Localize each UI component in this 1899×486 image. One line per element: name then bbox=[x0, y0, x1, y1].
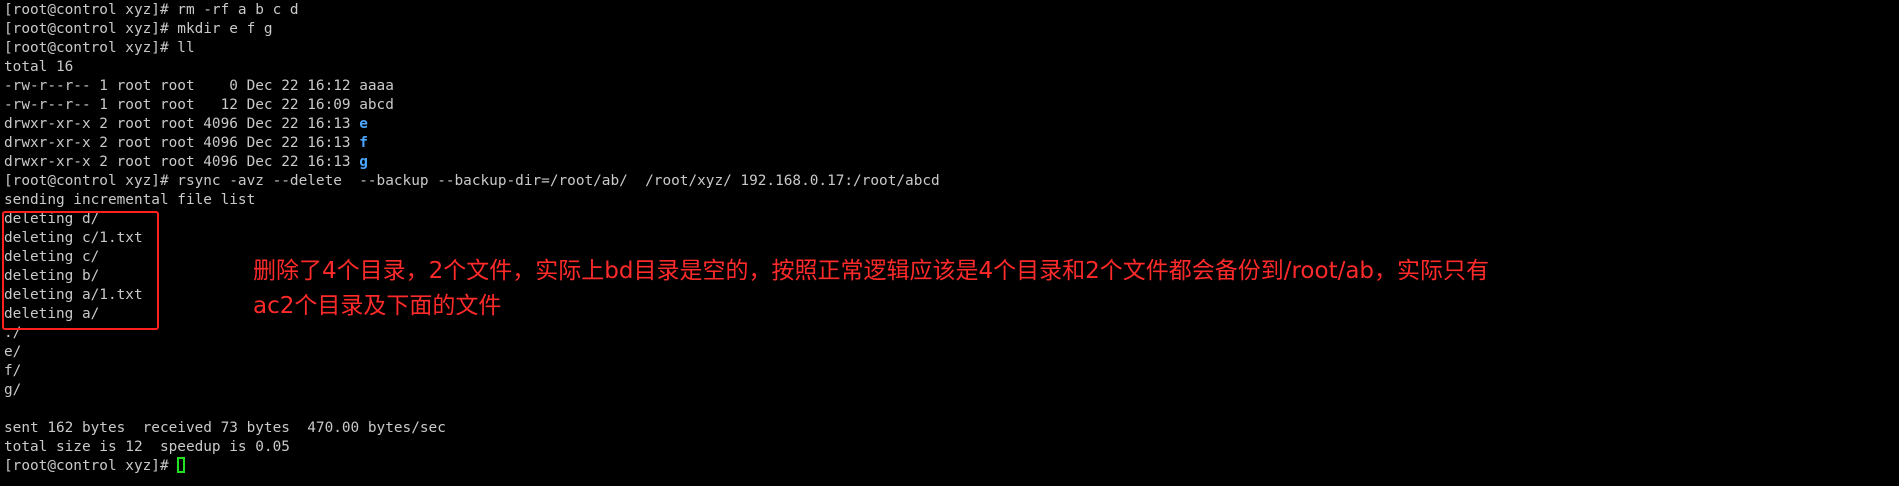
line-text: -rw-r--r-- 1 root root 0 Dec 22 16:12 aa… bbox=[4, 78, 394, 94]
terminal-line: total size is 12 speedup is 0.05 bbox=[4, 438, 1884, 457]
terminal-line: sent 162 bytes received 73 bytes 470.00 … bbox=[4, 419, 1884, 438]
line-text: e/ bbox=[4, 344, 22, 360]
terminal-line: drwxr-xr-x 2 root root 4096 Dec 22 16:13… bbox=[4, 115, 1884, 134]
line-text: g/ bbox=[4, 382, 22, 398]
terminal-line: [root@control xyz]# mkdir e f g bbox=[4, 20, 1884, 39]
terminal-line: drwxr-xr-x 2 root root 4096 Dec 22 16:13… bbox=[4, 134, 1884, 153]
line-text: sent 162 bytes received 73 bytes 470.00 … bbox=[4, 420, 446, 436]
directory-name: f bbox=[359, 135, 368, 151]
terminal-line: sending incremental file list bbox=[4, 191, 1884, 210]
line-text: [root@control xyz]# rsync -avz --delete … bbox=[4, 173, 940, 189]
line-text: drwxr-xr-x 2 root root 4096 Dec 22 16:13 bbox=[4, 116, 360, 132]
terminal-line: [root@control xyz]# ll bbox=[4, 39, 1884, 58]
line-text: drwxr-xr-x 2 root root 4096 Dec 22 16:13 bbox=[4, 154, 360, 170]
line-text: [root@control xyz]# mkdir e f g bbox=[4, 21, 273, 37]
terminal-prompt-line[interactable]: [root@control xyz]# bbox=[4, 457, 1884, 476]
annotation-note: 删除了4个目录，2个文件，实际上bd目录是空的，按照正常逻辑应该是4个目录和2个… bbox=[253, 254, 1673, 324]
terminal-line: deleting d/ bbox=[4, 210, 1884, 229]
terminal-line: total 16 bbox=[4, 58, 1884, 77]
line-text: sending incremental file list bbox=[4, 192, 256, 208]
terminal-line: e/ bbox=[4, 343, 1884, 362]
terminal-cursor[interactable] bbox=[177, 457, 186, 473]
annotation-line-2: ac2个目录及下面的文件 bbox=[253, 293, 502, 319]
terminal-line: drwxr-xr-x 2 root root 4096 Dec 22 16:13… bbox=[4, 153, 1884, 172]
terminal-window[interactable]: [root@control xyz]# rm -rf a b c d [root… bbox=[4, 1, 1884, 483]
terminal-line: -rw-r--r-- 1 root root 12 Dec 22 16:09 a… bbox=[4, 96, 1884, 115]
terminal-line: ./ bbox=[4, 324, 1884, 343]
terminal-line: deleting c/1.txt bbox=[4, 229, 1884, 248]
line-text: [root@control xyz]# rm -rf a b c d bbox=[4, 2, 299, 18]
line-text: total size is 12 speedup is 0.05 bbox=[4, 439, 290, 455]
directory-name: g bbox=[359, 154, 368, 170]
prompt-text: [root@control xyz]# bbox=[4, 458, 178, 474]
terminal-line: f/ bbox=[4, 362, 1884, 381]
line-text: -rw-r--r-- 1 root root 12 Dec 22 16:09 a… bbox=[4, 97, 394, 113]
line-text: [root@control xyz]# ll bbox=[4, 40, 195, 56]
terminal-line: [root@control xyz]# rsync -avz --delete … bbox=[4, 172, 1884, 191]
line-text: drwxr-xr-x 2 root root 4096 Dec 22 16:13 bbox=[4, 135, 360, 151]
terminal-line: g/ bbox=[4, 381, 1884, 400]
deleted-items-highlight bbox=[2, 211, 159, 330]
terminal-line: [root@control xyz]# rm -rf a b c d bbox=[4, 1, 1884, 20]
line-text: total 16 bbox=[4, 59, 74, 75]
line-text: f/ bbox=[4, 363, 22, 379]
terminal-line: -rw-r--r-- 1 root root 0 Dec 22 16:12 aa… bbox=[4, 77, 1884, 96]
annotation-line-1: 删除了4个目录，2个文件，实际上bd目录是空的，按照正常逻辑应该是4个目录和2个… bbox=[253, 258, 1490, 284]
directory-name: e bbox=[359, 116, 368, 132]
